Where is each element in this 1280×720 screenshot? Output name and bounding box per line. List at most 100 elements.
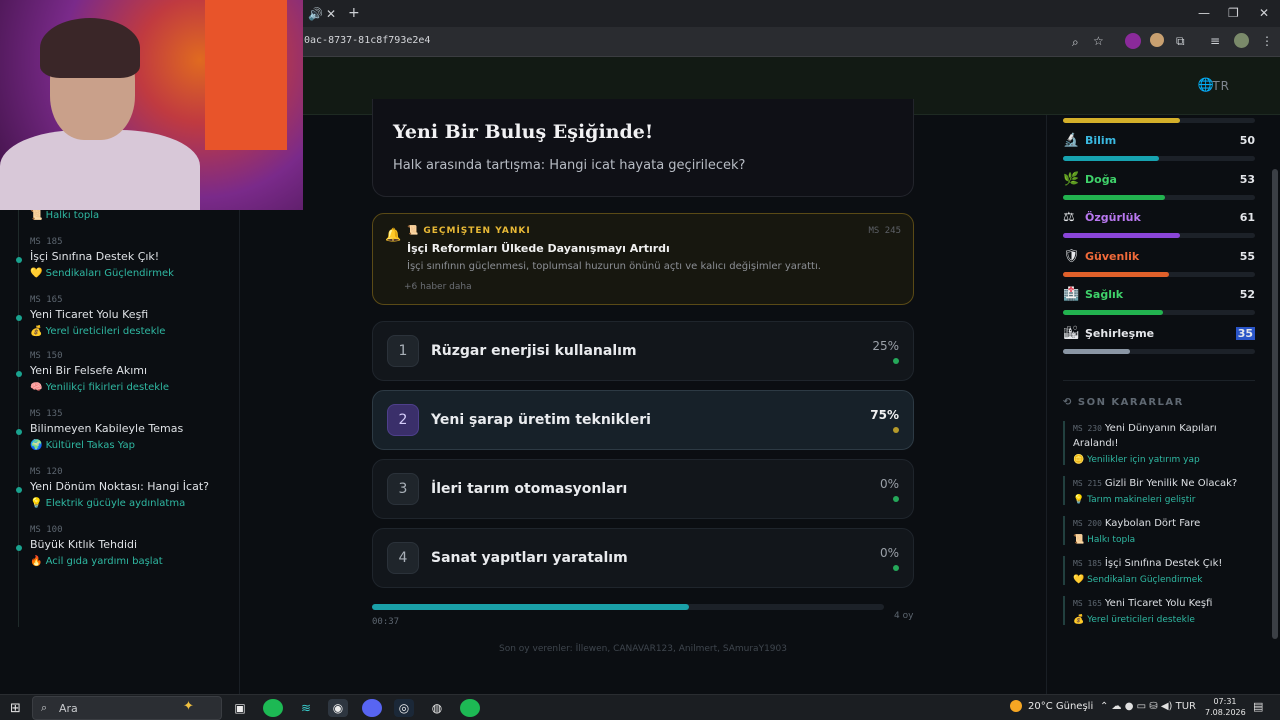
decision-item[interactable]: MS 165 Yeni Ticaret Yolu Keşfi 💰 Yerel üre… (1063, 596, 1255, 625)
timeline-dot (16, 371, 22, 377)
recent-voters: Son oy verenler: İllewen, CANAVAR123, An… (499, 644, 787, 654)
option-label: Yeni şarap üretim teknikleri (431, 412, 651, 428)
language-indicator[interactable]: TUR (1176, 701, 1196, 712)
option-number: 4 (387, 542, 419, 574)
decision-item[interactable]: MS 185 İşçi Sınıfına Destek Çık! 💛 Sendika… (1063, 556, 1255, 585)
zoom-icon[interactable]: ⌕ (1072, 35, 1079, 50)
obs-icon[interactable]: ◍ (427, 699, 447, 717)
clock[interactable]: 07:31 7.08.2026 (1205, 696, 1246, 718)
timeline-panel: 📜 Halkı topla MS 185 İşçi Sınıfına Destek … (0, 207, 240, 694)
vote-count: 4 oy (894, 611, 914, 621)
copilot-sparkle-icon: ✦ (183, 699, 194, 714)
stat-name: Bilim (1085, 134, 1117, 147)
system-tray[interactable]: ⌃ ☁ ● ▭ ⛁ ◀) TUR (1100, 701, 1196, 712)
timer-progress-fill (372, 604, 690, 610)
profile-avatar[interactable] (1234, 33, 1249, 48)
option-label: Sanat yapıtları yaratalım (431, 550, 628, 566)
close-tab-icon[interactable]: ✕ (326, 7, 336, 21)
weather-text[interactable]: 20°C Güneşli (1028, 701, 1093, 712)
steam-icon[interactable]: ◎ (394, 699, 414, 717)
extension-icon[interactable] (1125, 33, 1141, 49)
option-indicator (893, 565, 899, 571)
spotify-icon[interactable] (460, 699, 480, 717)
decision-item[interactable]: MS 215 Gizli Bir Yenilik Ne Olacak? 💡 Tarı… (1063, 476, 1255, 505)
echo-description: İşçi sınıfının güçlenmesi, toplumsal huz… (407, 261, 821, 272)
extensions-puzzle-icon[interactable]: ⧉ (1176, 34, 1185, 49)
timeline-dot (16, 315, 22, 321)
timeline-date: MS 100 (30, 525, 63, 535)
decision-title: Kaybolan Dört Fare (1104, 518, 1201, 529)
taskbar-search[interactable]: ⌕ Ara ✦ (32, 696, 222, 720)
vote-option-2[interactable]: 2 Yeni şarap üretim teknikleri 75% (372, 390, 914, 450)
option-percent: 0% (879, 477, 899, 491)
task-view-icon[interactable]: ▣ (230, 699, 250, 717)
stat-sağlık: 🏥 Sağlık 52 (1063, 287, 1255, 323)
stat-özgürlük: ⚖ Özgürlük 61 (1063, 210, 1255, 246)
timeline-item[interactable]: MS 185 İşçi Sınıfına Destek Çık! 💛 Sendika… (16, 237, 230, 279)
timeline-item[interactable]: MS 135 Bilinmeyen Kabileyle Temas 🌍 Kültür… (16, 409, 230, 451)
timeline-title: Bilinmeyen Kabileyle Temas (30, 422, 184, 435)
stat-value: 50 (1239, 134, 1255, 147)
timeline-choice: 📜 Halkı topla (30, 210, 100, 221)
stat-bar-fill (1063, 194, 1165, 200)
language-selector[interactable]: TR (1212, 79, 1230, 93)
audio-icon[interactable]: 🔊 (308, 7, 323, 21)
decision-choice: 💡 Tarım makineleri geliştir (1073, 495, 1196, 505)
stat-bilim: 🔬 Bilim 50 (1063, 133, 1255, 169)
maximize-icon[interactable]: ❐ (1228, 6, 1239, 20)
vote-option-3[interactable]: 3 İleri tarım otomasyonları 0% (372, 459, 914, 519)
timeline-item[interactable]: MS 120 Yeni Dönüm Noktası: Hangi İcat? 💡 E… (16, 467, 230, 509)
webcam-overlay (0, 0, 303, 210)
search-icon: ⌕ (41, 701, 48, 714)
app-icon[interactable]: ≋ (296, 699, 316, 717)
event-card: Yeni Bir Buluş Eşiğinde! Halk arasında t… (372, 99, 914, 197)
decision-choice: 🪙 Yenilikler için yatırım yap (1073, 455, 1200, 465)
timeline-item[interactable]: MS 100 Büyük Kıtlık Tehdidi 🔥 Acil gıda ya… (16, 525, 230, 567)
windows-start-icon[interactable]: ⊞ (10, 701, 21, 716)
decision-title: Yeni Ticaret Yolu Keşfi (1104, 598, 1213, 609)
discord-icon[interactable] (362, 699, 382, 717)
timeline-date: MS 185 (30, 237, 63, 247)
timeline-dot (16, 545, 22, 551)
windows-taskbar: ⊞ ⌕ Ara ✦ ▣ ≋ ◉ ◎ ◍ 20°C Güneşli ⌃ ☁ ● ▭… (0, 694, 1280, 720)
timeline-choice: 🔥 Acil gıda yardımı başlat (30, 556, 163, 567)
decision-item[interactable]: MS 230 Yeni Dünyanın Kapıları Aralandı! 🪙 … (1063, 421, 1255, 465)
history-icon: ⟲ (1063, 397, 1078, 408)
bell-icon: 🔔 (385, 228, 402, 243)
decision-item[interactable]: MS 200 Kaybolan Dört Fare 📜 Halkı topla (1063, 516, 1255, 545)
notification-icon[interactable]: ▤ (1253, 700, 1263, 713)
browser-tab[interactable]: 🔊 ✕ + (300, 2, 372, 27)
stat-bar (1063, 271, 1255, 277)
timeline-item[interactable]: MS 150 Yeni Bir Felsefe Akımı 🧠 Yenilikçi … (16, 351, 230, 393)
vote-option-4[interactable]: 4 Sanat yapıtları yaratalım 0% (372, 528, 914, 588)
top-stat-fill (1063, 118, 1181, 123)
echo-title: İşçi Reformları Ülkede Dayanışmayı Artır… (407, 242, 670, 255)
browser-menu-icon[interactable]: ⋮ (1261, 34, 1273, 48)
timeline-date: MS 165 (30, 295, 63, 305)
stat-icon: 🔬 (1063, 133, 1080, 148)
stat-bar-fill (1063, 310, 1163, 315)
vote-option-1[interactable]: 1 Rüzgar enerjisi kullanalım 25% (372, 321, 914, 381)
more-news-link[interactable]: +6 haber daha (404, 282, 472, 292)
stat-bar (1063, 310, 1255, 315)
scroll-icon: 📜 (407, 226, 424, 236)
page-scrollbar[interactable] (1272, 169, 1278, 639)
close-window-icon[interactable]: ✕ (1259, 6, 1269, 20)
extension-icon[interactable] (1150, 33, 1164, 47)
url-text[interactable]: 0ac-8737-81c8f793e2e4 (304, 35, 430, 46)
recent-decisions-title: ⟲ SON KARARLAR (1063, 397, 1184, 408)
timeline-item[interactable]: MS 165 Yeni Ticaret Yolu Keşfi 💰 Yerel üre… (16, 295, 230, 337)
chrome-icon[interactable]: ◉ (328, 699, 348, 717)
timeline-choice: 💰 Yerel üreticileri destekle (30, 326, 166, 337)
minimize-icon[interactable]: — (1198, 6, 1210, 20)
app-icon[interactable] (263, 699, 283, 717)
echo-date: MS 245 (868, 226, 901, 236)
new-tab-icon[interactable]: + (348, 5, 360, 21)
timeline-title: İşçi Sınıfına Destek Çık! (30, 250, 160, 263)
reading-list-icon[interactable]: ≡ (1210, 34, 1220, 48)
search-placeholder: Ara (59, 702, 78, 715)
clock-date: 7.08.2026 (1205, 708, 1246, 717)
stat-name: Özgürlük (1085, 211, 1141, 224)
bookmark-star-icon[interactable]: ☆ (1093, 34, 1104, 48)
stat-name: Şehirleşme (1085, 326, 1155, 340)
